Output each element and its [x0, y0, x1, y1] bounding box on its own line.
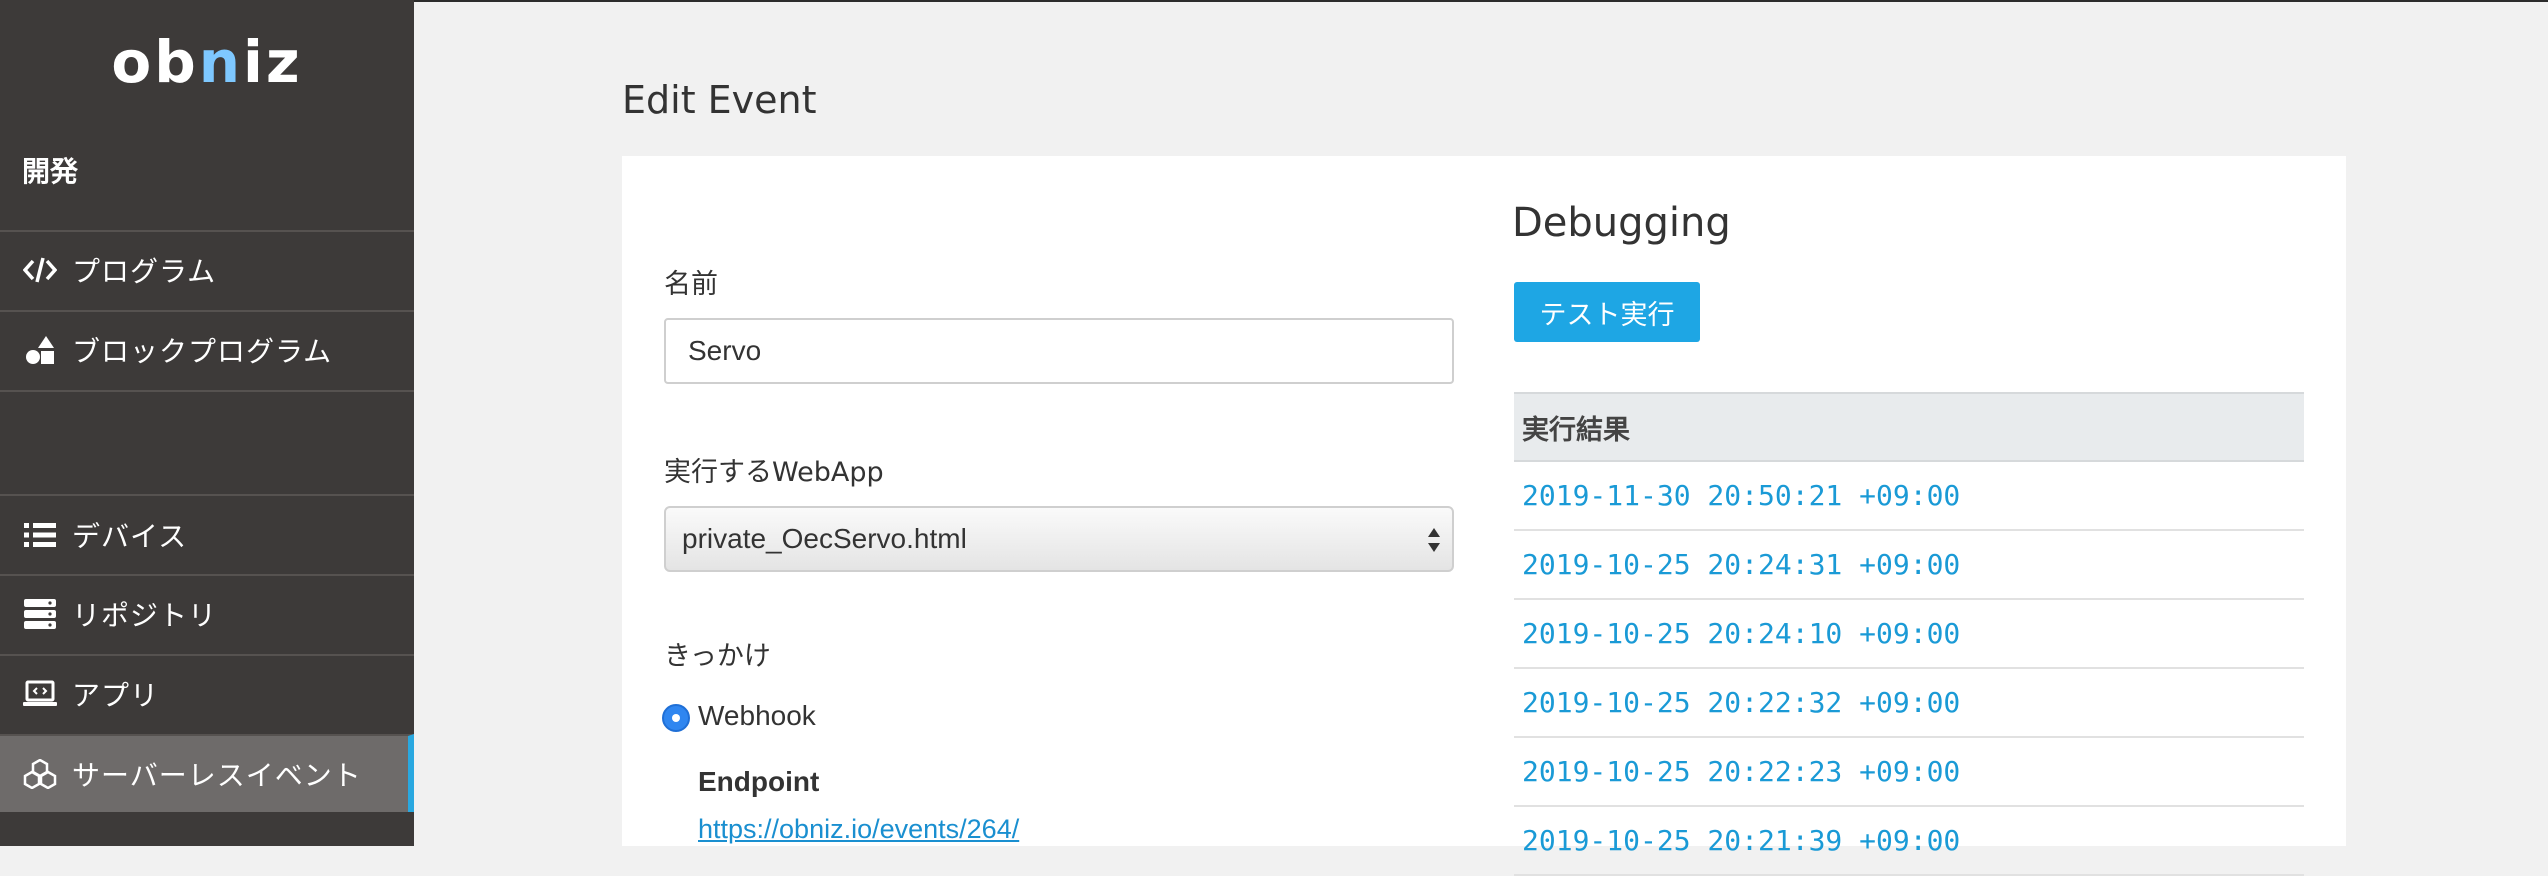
trigger-label: きっかけ	[664, 641, 771, 672]
sidebar-item-block-program[interactable]: ブロックプログラム	[0, 310, 414, 388]
select-arrows-icon	[1426, 522, 1442, 558]
webapp-label: 実行するWebApp	[664, 457, 884, 488]
result-row[interactable]: 2019-11-30 20:50:21 +09:00	[1514, 462, 2304, 531]
result-row[interactable]: 2019-10-25 20:24:31 +09:00	[1514, 531, 2304, 600]
obniz-logo[interactable]: obniz	[0, 28, 414, 96]
sidebar-item-label: サーバーレスイベント	[72, 759, 362, 792]
test-run-button[interactable]: テスト実行	[1514, 282, 1700, 342]
endpoint-url-link[interactable]: https://obniz.io/events/264/	[698, 814, 1048, 845]
list-icon	[22, 517, 58, 553]
laptop-icon	[22, 676, 58, 712]
result-row[interactable]: 2019-10-25 20:22:23 +09:00	[1514, 738, 2304, 807]
shapes-icon	[22, 332, 58, 368]
sidebar-item-label: ブロックプログラム	[72, 335, 333, 368]
cubes-icon	[22, 756, 58, 792]
result-row[interactable]: 2019-10-25 20:24:10 +09:00	[1514, 600, 2304, 669]
sidebar-item-label: アプリ	[72, 679, 160, 712]
sidebar-item-serverless-events[interactable]: サーバーレスイベント	[0, 734, 414, 812]
result-row[interactable]: 2019-10-25 20:22:32 +09:00	[1514, 669, 2304, 738]
webapp-select-value: private_OecServo.html	[682, 523, 967, 554]
sidebar-item-repository[interactable]: リポジトリ	[0, 574, 414, 652]
endpoint-label: Endpoint	[698, 766, 820, 797]
results-header: 実行結果	[1514, 392, 2304, 462]
webapp-select[interactable]: private_OecServo.html	[664, 506, 1454, 572]
sidebar: obniz 開発 プログラム ブロックプログラム デバイス リポジトリ アプリ	[0, 0, 414, 846]
name-label: 名前	[664, 269, 718, 300]
code-icon	[22, 252, 58, 288]
sidebar-item-apps[interactable]: アプリ	[0, 654, 414, 732]
sidebar-item-program[interactable]: プログラム	[0, 230, 414, 308]
webhook-radio-label[interactable]: Webhook	[698, 700, 816, 732]
sidebar-section-title: 開発	[22, 155, 79, 188]
page-title: Edit Event	[622, 78, 817, 122]
server-icon	[22, 596, 58, 632]
debugging-title: Debugging	[1512, 200, 1731, 246]
sidebar-item-label: リポジトリ	[72, 599, 218, 632]
sidebar-item-devices[interactable]: デバイス	[0, 496, 414, 574]
sidebar-item-label: プログラム	[72, 255, 217, 288]
results-table: 実行結果 2019-11-30 20:50:21 +09:00 2019-10-…	[1514, 392, 2304, 876]
name-input[interactable]	[664, 318, 1454, 384]
result-row[interactable]: 2019-10-25 20:21:39 +09:00	[1514, 807, 2304, 876]
sidebar-item-label: デバイス	[72, 520, 188, 553]
sidebar-divider	[0, 390, 414, 392]
webhook-radio[interactable]	[662, 704, 690, 732]
